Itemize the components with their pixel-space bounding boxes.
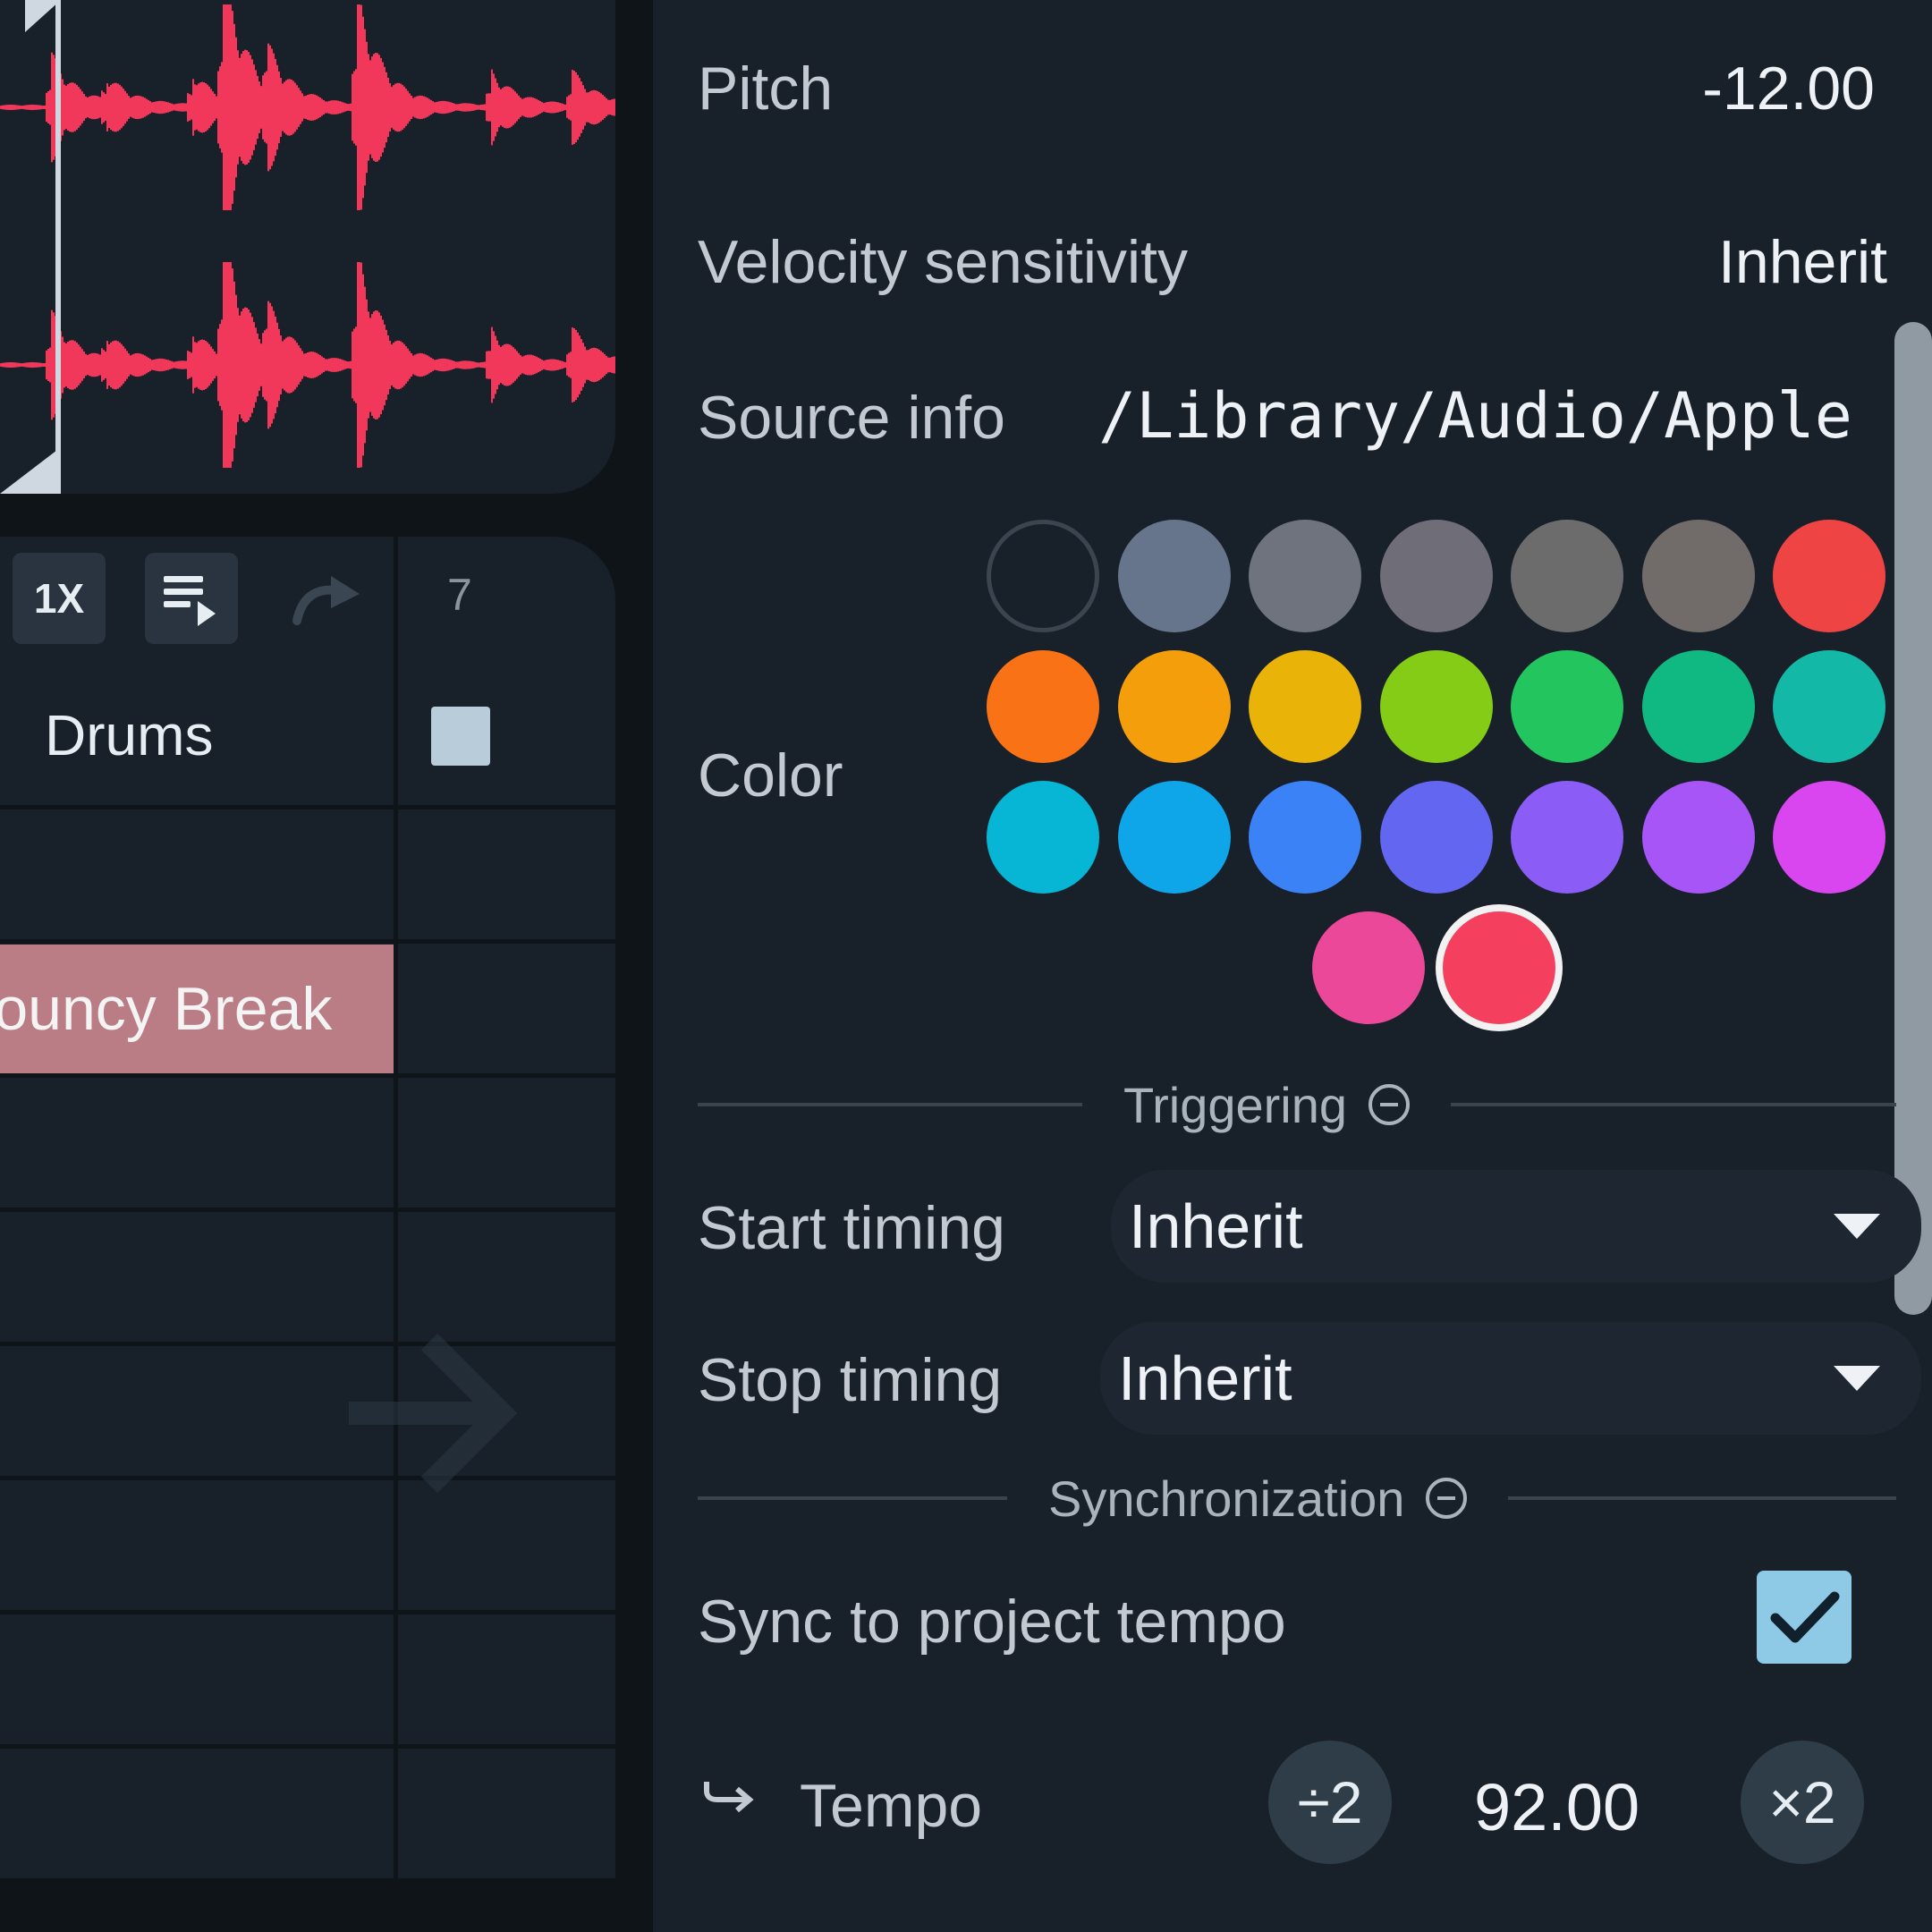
clip-inspector: Pitch -12.00 Velocity sensitivity Inheri…	[653, 0, 1932, 1932]
stop-timing-value: Inherit	[1118, 1343, 1292, 1413]
playback-speed-button[interactable]: 1X	[13, 553, 106, 644]
color-swatch[interactable]	[1379, 520, 1493, 632]
start-timing-dropdown[interactable]: Inherit	[1111, 1170, 1921, 1283]
arrow-right-icon	[349, 1333, 518, 1494]
color-swatch[interactable]	[1312, 911, 1425, 1024]
color-swatch[interactable]	[1511, 781, 1623, 894]
color-swatch[interactable]	[1773, 650, 1885, 763]
source-info-path: /Library/Audio/Apple	[1098, 379, 1852, 453]
color-label: Color	[698, 741, 843, 809]
start-timing-label: Start timing	[698, 1194, 1005, 1262]
row-divider	[0, 1610, 615, 1614]
color-swatch[interactable]	[987, 781, 1099, 894]
halve-tempo-button[interactable]: ÷2	[1268, 1741, 1392, 1864]
start-timing-value: Inherit	[1129, 1191, 1303, 1261]
row-divider	[0, 805, 615, 809]
row-divider	[0, 1073, 615, 1078]
clip-name: Bouncy Break	[0, 975, 333, 1043]
waveform-graphic	[0, 4, 615, 468]
play-queue-button[interactable]	[145, 553, 238, 644]
stop-timing-label: Stop timing	[698, 1346, 1003, 1414]
synchronization-title: Synchronization	[1048, 1470, 1405, 1527]
chevron-down-icon	[1834, 1214, 1880, 1239]
clip-grid: 1X 7 Drums Bouncy Break	[0, 537, 615, 1878]
sync-tempo-checkbox[interactable]	[1757, 1571, 1852, 1664]
row-divider	[0, 1744, 615, 1749]
color-swatch[interactable]	[1443, 911, 1555, 1024]
track-name[interactable]: Drums	[45, 702, 213, 768]
pitch-label: Pitch	[698, 55, 834, 123]
velocity-value[interactable]: Inherit	[1718, 227, 1887, 297]
color-swatch[interactable]	[1117, 520, 1231, 632]
color-swatch[interactable]	[1249, 520, 1361, 632]
triggering-title: Triggering	[1123, 1076, 1348, 1133]
triggering-section-header[interactable]: Triggering	[698, 1073, 1896, 1136]
synchronization-section-header[interactable]: Synchronization	[698, 1467, 1896, 1530]
row-divider	[0, 1208, 615, 1212]
pitch-value[interactable]: -12.00	[1702, 54, 1875, 123]
playhead[interactable]	[55, 0, 61, 494]
stop-track-button[interactable]	[431, 707, 490, 766]
double-tempo-button[interactable]: ×2	[1741, 1741, 1864, 1864]
color-swatch[interactable]	[1641, 650, 1755, 763]
color-swatch[interactable]	[1117, 781, 1231, 894]
velocity-label: Velocity sensitivity	[698, 228, 1188, 296]
color-swatch[interactable]	[1379, 650, 1493, 763]
chevron-down-icon	[1834, 1366, 1880, 1391]
loop-end-marker[interactable]	[0, 447, 61, 494]
tempo-link-icon	[704, 1782, 754, 1813]
color-swatch[interactable]	[1249, 781, 1361, 894]
row-divider	[0, 939, 615, 944]
clip-grid-pane: 1X 7 Drums Bouncy Break	[0, 0, 653, 1932]
color-swatch[interactable]	[1511, 520, 1623, 632]
source-info-label: Source info	[698, 384, 1005, 452]
color-swatch[interactable]	[1249, 650, 1361, 763]
redo-icon[interactable]	[288, 571, 369, 633]
color-swatch-none[interactable]	[987, 520, 1099, 632]
color-swatch[interactable]	[1641, 781, 1755, 894]
clip-cell[interactable]: Bouncy Break	[0, 945, 394, 1073]
checkmark-icon	[1770, 1591, 1840, 1643]
color-swatch[interactable]	[1117, 650, 1231, 763]
column-number: 7	[447, 570, 472, 620]
tempo-value[interactable]: 92.00	[1474, 1769, 1640, 1845]
sync-tempo-label: Sync to project tempo	[698, 1588, 1286, 1656]
color-swatch[interactable]	[1773, 520, 1885, 632]
color-swatch[interactable]	[1773, 781, 1885, 894]
tempo-label: Tempo	[800, 1772, 983, 1840]
queue-play-icon	[164, 576, 216, 626]
scrollbar[interactable]	[1894, 322, 1932, 1315]
color-swatch[interactable]	[987, 650, 1099, 763]
color-swatch[interactable]	[1511, 650, 1623, 763]
collapse-icon[interactable]	[1426, 1478, 1468, 1519]
color-swatch[interactable]	[1379, 781, 1493, 894]
collapse-icon[interactable]	[1368, 1084, 1411, 1125]
stop-timing-dropdown[interactable]: Inherit	[1100, 1322, 1921, 1435]
waveform-view[interactable]	[0, 0, 615, 494]
color-swatch[interactable]	[1641, 520, 1755, 632]
